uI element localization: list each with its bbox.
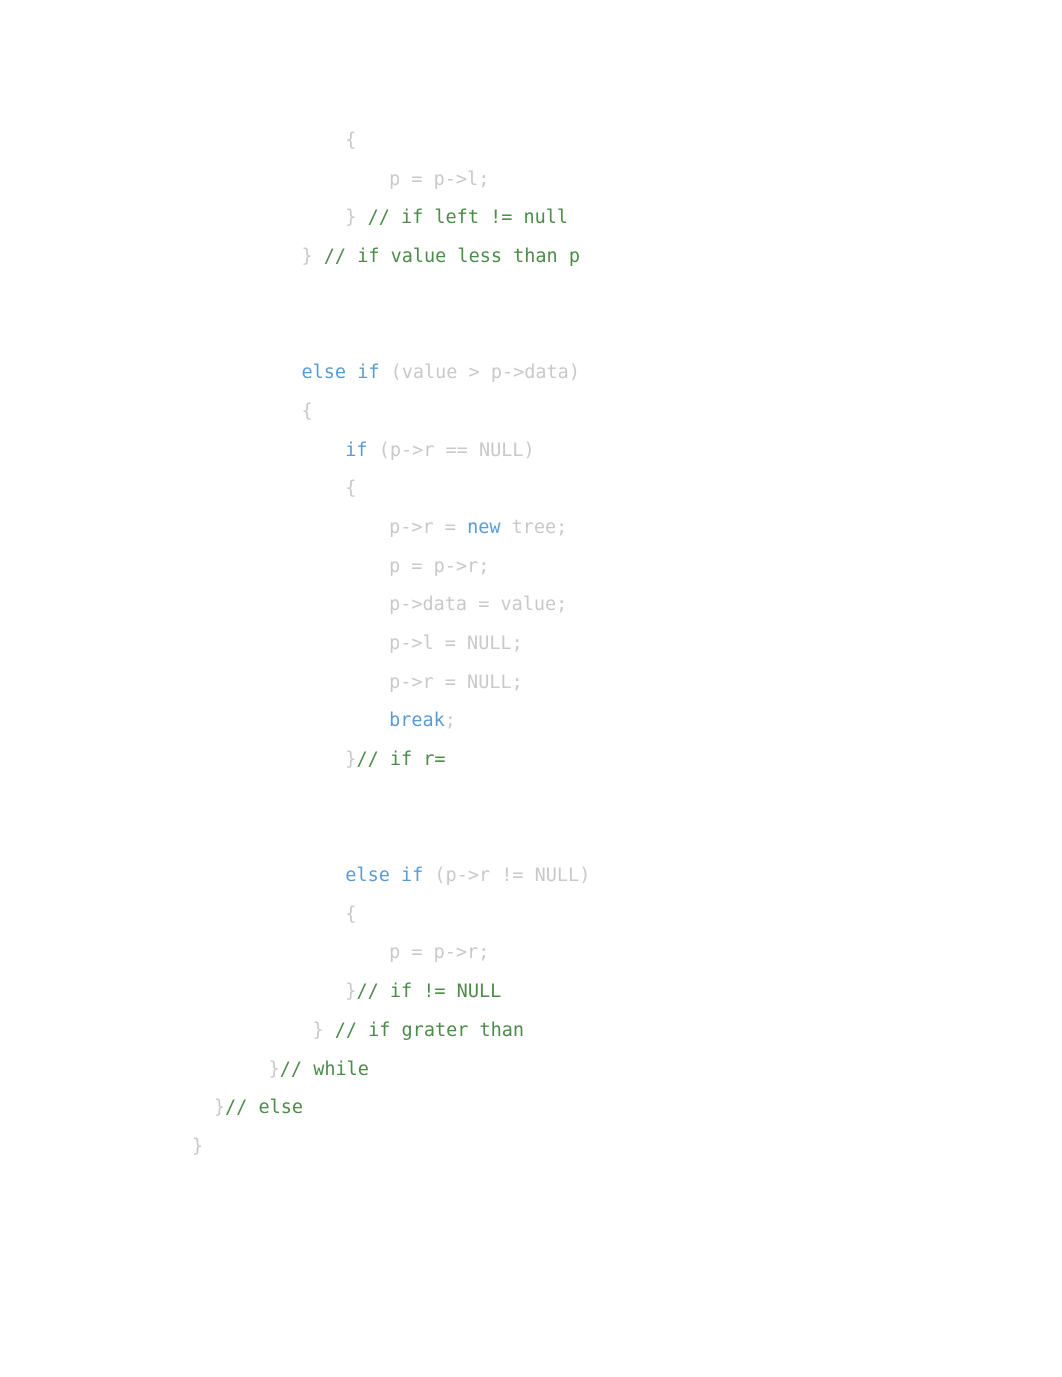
code-token-keyword: break <box>389 710 445 732</box>
code-token-comment: // if value less than p <box>323 246 580 268</box>
code-line: } // if left != null <box>192 199 1052 238</box>
code-token-punct: { <box>345 903 357 925</box>
code-token-plain: (value > p->data) <box>379 362 580 384</box>
code-token-punct: } <box>213 1097 226 1119</box>
code-line: p = p->r; <box>192 548 1052 587</box>
code-token-comment: // if != NULL <box>356 981 502 1003</box>
code-line: else if (value > p->data) <box>192 354 1052 393</box>
code-token-punct: } <box>345 749 357 770</box>
code-token-keyword: else if <box>301 362 380 384</box>
code-line: { <box>192 393 1052 432</box>
code-token-plain: ; <box>444 710 456 732</box>
code-line: { <box>192 122 1052 161</box>
code-token-punct: } <box>345 981 357 1003</box>
code-token-comment: // if left != null <box>367 207 569 229</box>
document-page: {p = p->l;} // if left != null} // if va… <box>0 0 1062 1377</box>
code-line: break; <box>192 702 1052 741</box>
code-line: p = p->l; <box>192 161 1052 200</box>
code-token-punct: } <box>345 207 368 229</box>
code-line: p->r = new tree; <box>192 509 1052 548</box>
code-line: } <box>192 1128 1052 1167</box>
code-token-plain: (p->r == NULL) <box>367 439 535 461</box>
code-token-keyword: new <box>467 516 501 538</box>
code-line: p->l = NULL; <box>192 625 1052 664</box>
code-line: }// while <box>192 1051 1052 1090</box>
code-token-punct: } <box>301 246 324 268</box>
code-line: } // if grater than <box>192 1012 1052 1051</box>
code-line: { <box>192 896 1052 935</box>
code-token-keyword: if <box>345 439 368 461</box>
code-line: p->data = value; <box>192 586 1052 625</box>
code-token-plain: p->r = <box>389 516 468 538</box>
code-token-punct: { <box>345 478 357 500</box>
code-token-plain: (p->r != NULL) <box>423 865 591 887</box>
code-line: } // if value less than p <box>192 238 1052 277</box>
code-token-plain: p = p->r; <box>389 555 490 577</box>
code-token-keyword: else if <box>345 865 424 887</box>
code-line: if (p->r == NULL) <box>192 432 1052 471</box>
code-line: p->r = NULL; <box>192 664 1052 703</box>
code-line: { <box>192 470 1052 509</box>
code-token-comment: // while <box>279 1058 369 1080</box>
code-line: p = p->r; <box>192 934 1052 973</box>
code-token-punct: { <box>301 400 313 422</box>
code-token-comment: // if r= <box>356 749 446 770</box>
code-token-plain: p = p->r; <box>389 942 490 964</box>
code-listing: {p = p->l;} // if left != null} // if va… <box>192 122 1052 1167</box>
code-line: }// else <box>192 1089 1052 1128</box>
code-token-plain: p->data = value; <box>389 594 568 616</box>
code-token-comment: // if grater than <box>334 1019 525 1041</box>
code-line: }// if != NULL <box>192 973 1052 1012</box>
code-token-plain: p = p->l; <box>389 168 490 190</box>
code-token-plain: tree; <box>500 516 568 538</box>
code-token-punct: { <box>345 130 357 151</box>
code-token-plain: p->l = NULL; <box>389 632 523 654</box>
code-token-punct: } <box>312 1019 335 1041</box>
code-line: }// if r= <box>192 741 1052 780</box>
code-line: else if (p->r != NULL) <box>192 857 1052 896</box>
code-token-punct: } <box>192 1135 204 1157</box>
code-token-punct: } <box>268 1058 280 1080</box>
code-token-plain: p->r = NULL; <box>389 671 523 693</box>
code-token-comment: // else <box>225 1097 303 1119</box>
